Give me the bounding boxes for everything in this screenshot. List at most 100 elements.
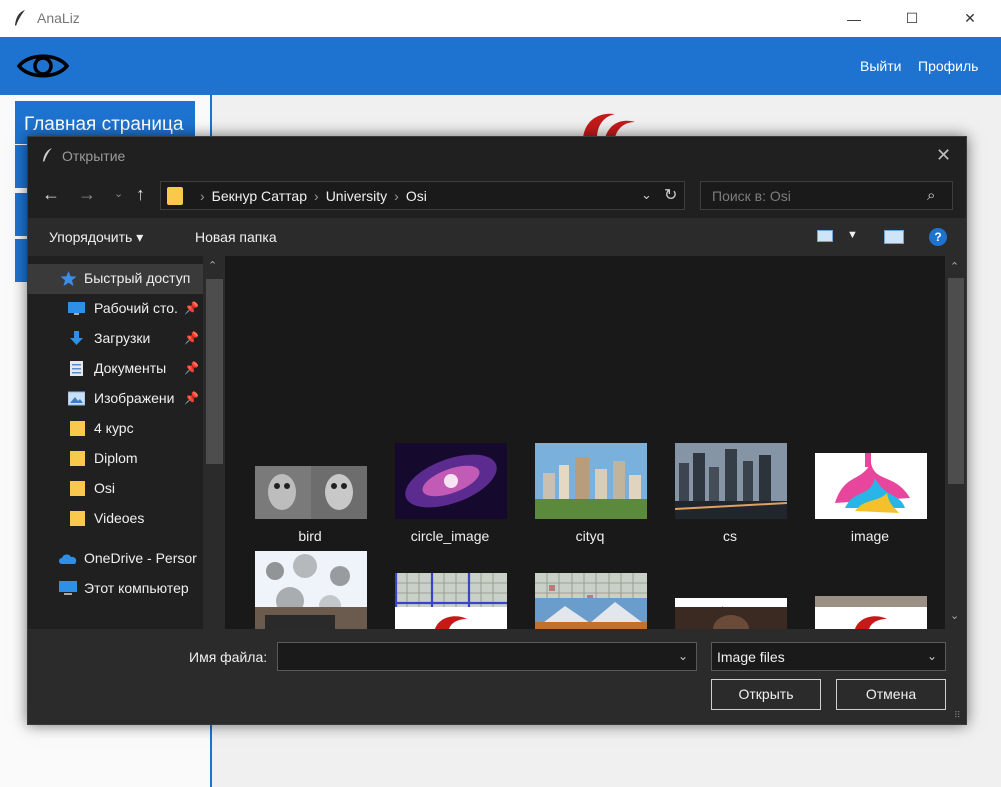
dialog-close-button[interactable]: ✕ — [936, 145, 951, 166]
refresh-icon[interactable]: ↻ — [664, 185, 677, 205]
file-thumbnail[interactable] — [815, 607, 927, 629]
app-title: AnaLiz — [37, 10, 80, 26]
nav-item-label: Рабочий сто. — [94, 300, 178, 316]
search-icon[interactable]: ⌕ — [927, 187, 935, 204]
feather-icon — [43, 148, 52, 162]
up-arrow-icon[interactable]: ↑ — [136, 184, 145, 205]
maximize-button[interactable]: ☐ — [889, 0, 935, 37]
chevron-up-icon[interactable]: ⌃ — [950, 260, 959, 273]
nav-item-folder[interactable]: Osi — [28, 474, 203, 504]
close-button[interactable]: ✕ — [947, 0, 993, 37]
breadcrumb-separator: › — [394, 188, 399, 204]
folder-icon — [70, 481, 85, 496]
folder-icon — [70, 421, 85, 436]
file-thumbnail[interactable] — [395, 607, 507, 629]
computer-icon — [59, 581, 77, 595]
sidebar-button[interactable] — [15, 145, 27, 188]
cancel-button[interactable]: Отмена — [836, 679, 946, 710]
dialog-footer: Имя файла: ⌄ Image files ⌄ Открыть Отмен… — [28, 629, 966, 724]
nav-item-onedrive[interactable]: OneDrive - Persor — [28, 544, 203, 574]
breadcrumb-separator: › — [200, 188, 205, 204]
file-name-label: Имя файла: — [189, 649, 268, 665]
breadcrumb-item[interactable]: University — [326, 188, 387, 204]
breadcrumb-item[interactable]: Бекнур Саттар — [212, 188, 307, 204]
view-mode-icon[interactable] — [817, 230, 833, 242]
nav-item-folder[interactable]: Videoes — [28, 504, 203, 534]
minimize-button[interactable]: — — [831, 0, 877, 37]
file-name: cs — [723, 528, 737, 544]
sidebar-button[interactable] — [15, 193, 27, 236]
dialog-title: Открытие — [62, 148, 126, 164]
preview-pane-icon[interactable] — [884, 230, 904, 244]
resize-grip-icon[interactable]: ⠿ — [954, 710, 961, 721]
organize-button[interactable]: Упорядочить ▾ — [49, 229, 143, 246]
new-folder-button[interactable]: Новая папка — [195, 229, 277, 245]
chevron-down-icon[interactable]: ⌄ — [678, 649, 688, 663]
file-thumbnail[interactable] — [675, 607, 787, 629]
cloud-icon — [59, 554, 77, 564]
eye-icon[interactable] — [16, 49, 70, 83]
logout-link[interactable]: Выйти — [860, 58, 901, 74]
search-input[interactable]: Поиск в: Osi ⌕ — [700, 181, 953, 210]
nav-item-folder[interactable]: 4 курс — [28, 414, 203, 444]
nav-item-label: Изображени — [94, 390, 175, 406]
dialog-titlebar: Открытие ✕ — [28, 137, 966, 174]
nav-item-downloads[interactable]: Загрузки 📌 — [28, 324, 203, 354]
file-name: cityq — [575, 528, 605, 544]
file-thumbnail[interactable] — [255, 607, 367, 629]
nav-item-folder[interactable]: Diplom — [28, 444, 203, 474]
app-header: Выйти Профиль — [0, 37, 1001, 95]
profile-link[interactable]: Профиль — [918, 58, 978, 74]
search-placeholder: Поиск в: Osi — [712, 188, 791, 204]
chevron-up-icon[interactable]: ⌃ — [208, 259, 217, 272]
chevron-down-icon[interactable]: ⌄ — [950, 609, 959, 622]
chevron-down-icon[interactable]: ⌄ — [641, 187, 652, 203]
open-button[interactable]: Открыть — [711, 679, 821, 710]
folder-icon — [167, 187, 183, 205]
back-arrow-icon[interactable]: ← — [42, 184, 60, 205]
folder-icon — [70, 511, 85, 526]
sidebar-button[interactable] — [15, 239, 27, 282]
scrollbar-thumb[interactable] — [948, 278, 964, 484]
nav-item-this-pc[interactable]: Этот компьютер — [28, 574, 203, 604]
nav-item-documents[interactable]: Документы 📌 — [28, 354, 203, 384]
navigation-scrollbar[interactable]: ⌃ — [203, 256, 225, 629]
nav-item-desktop[interactable]: Рабочий сто. 📌 — [28, 294, 203, 324]
file-thumbnail[interactable] — [535, 598, 647, 629]
star-icon — [60, 271, 77, 286]
scrollbar-thumb[interactable] — [206, 279, 223, 464]
address-bar[interactable]: › Бекнур Саттар › University › Osi ⌄ ↻ — [160, 181, 685, 210]
forward-arrow-icon[interactable]: → — [78, 184, 96, 205]
breadcrumb: › Бекнур Саттар › University › Osi — [193, 188, 427, 204]
folder-icon — [70, 451, 85, 466]
documents-icon — [70, 361, 83, 376]
feather-icon — [15, 10, 25, 26]
file-type-select[interactable]: Image files ⌄ — [711, 642, 946, 671]
recent-locations-chevron-icon[interactable]: ⌄ — [114, 187, 123, 200]
dialog-toolbar: Упорядочить ▾ Новая папка ▼ ? — [28, 218, 966, 256]
file-name: circle_image — [410, 528, 490, 544]
file-thumbnail — [815, 453, 927, 519]
file-item-image[interactable]: image — [810, 401, 930, 546]
breadcrumb-item[interactable]: Osi — [406, 188, 427, 204]
nav-item-quick-access[interactable]: Быстрый доступ — [28, 264, 203, 294]
file-name-input[interactable]: ⌄ — [277, 642, 697, 671]
navigation-pane: Быстрый доступ Рабочий сто. 📌 Загрузки 📌… — [28, 256, 225, 629]
file-type-value: Image files — [717, 649, 785, 665]
help-icon[interactable]: ? — [929, 228, 947, 246]
open-file-dialog: Открытие ✕ ← → ⌄ ↑ › Бекнур Саттар › Univer… — [27, 136, 967, 725]
file-thumbnail — [675, 443, 787, 519]
file-item-bird[interactable]: bird — [250, 401, 370, 546]
file-item-cityq[interactable]: cityq — [530, 401, 650, 546]
chevron-down-icon[interactable]: ⌄ — [927, 649, 937, 663]
download-icon — [70, 331, 83, 345]
nav-item-pictures[interactable]: Изображени 📌 — [28, 384, 203, 414]
file-item-cs[interactable]: cs — [670, 401, 790, 546]
file-list-scrollbar[interactable]: ⌃ ⌄ — [945, 256, 966, 629]
file-thumbnail — [395, 443, 507, 519]
chevron-down-icon[interactable]: ▼ — [847, 229, 858, 241]
file-name: image — [850, 528, 890, 544]
file-name: bird — [298, 528, 322, 544]
file-item-circle-image[interactable]: circle_image — [390, 401, 510, 546]
file-thumbnail — [255, 466, 367, 519]
